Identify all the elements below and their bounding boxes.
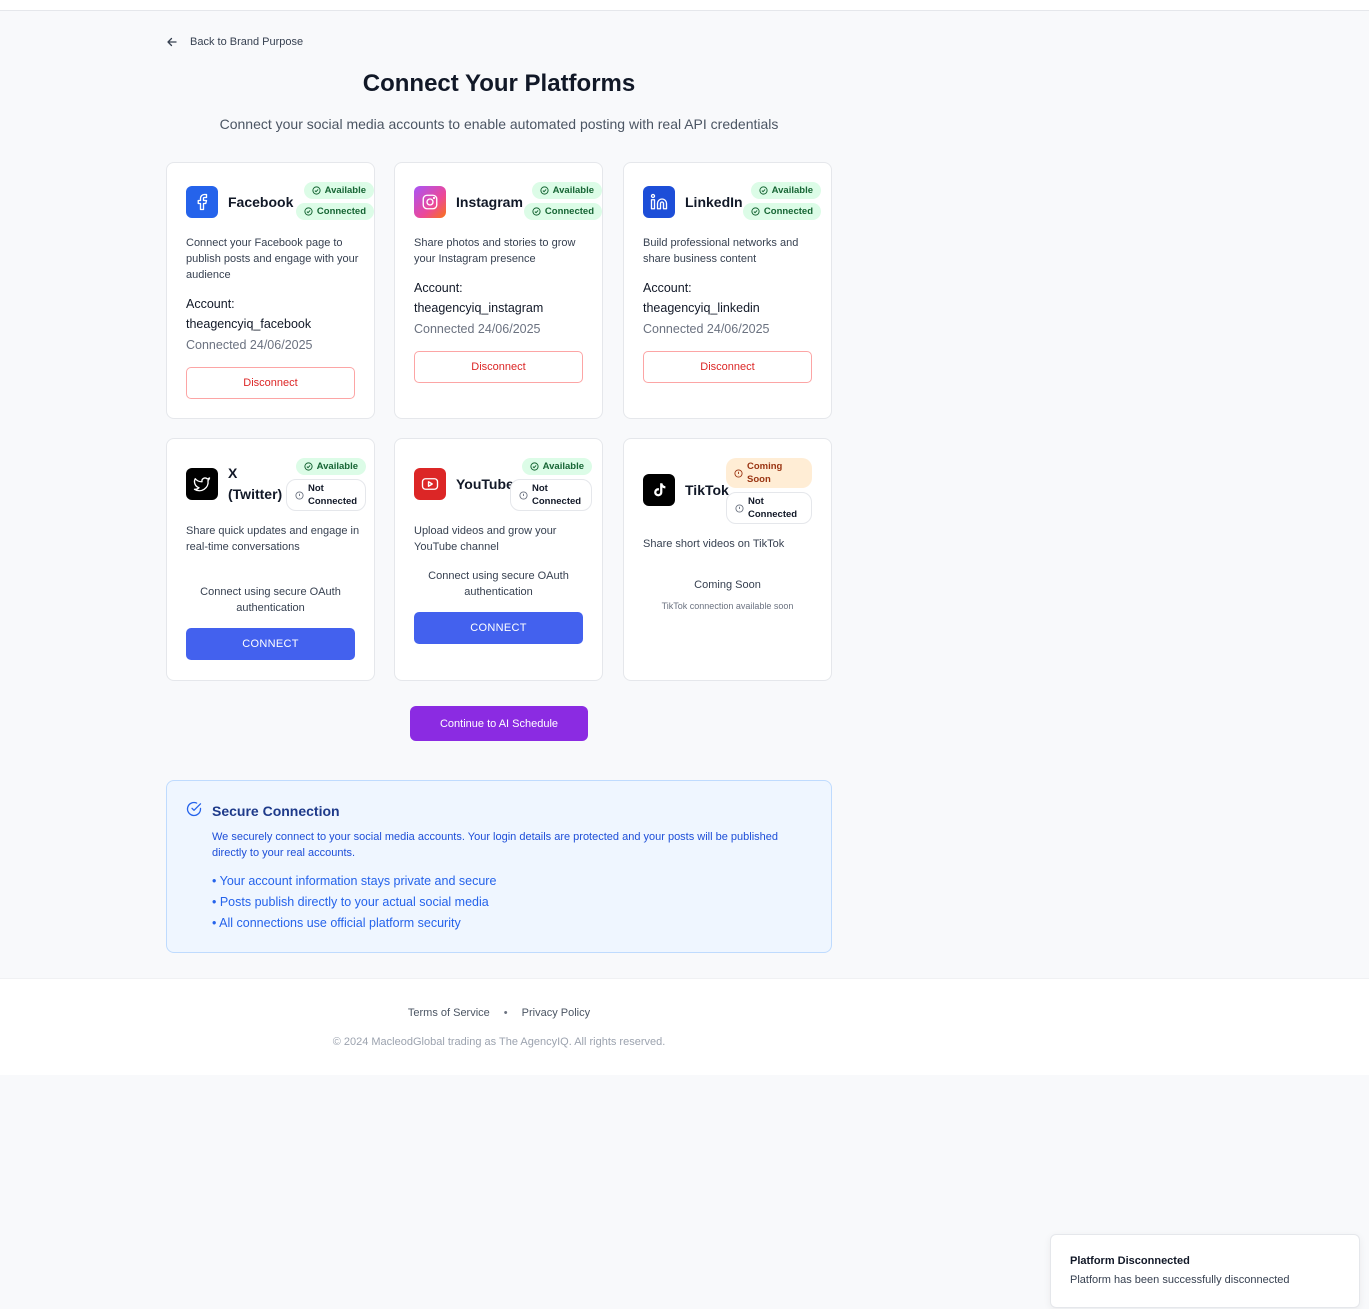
instagram-icon (414, 186, 446, 218)
platform-name: X (Twitter) (228, 465, 283, 502)
linkedin-icon (643, 186, 675, 218)
copyright: © 2024 MacleodGlobal trading as The Agen… (332, 1036, 666, 1048)
secure-description: We securely connect to your social media… (212, 831, 779, 859)
account-label: Account: (414, 281, 463, 295)
account-label: Account: (186, 297, 235, 311)
status-badge-coming-soon: Coming Soon (726, 458, 812, 488)
info-circle-icon (734, 468, 743, 478)
check-circle-icon (304, 207, 313, 216)
info-circle-icon (295, 490, 304, 500)
footer-separator: • (503, 1007, 508, 1019)
platform-card-twitter: X (Twitter) Available Not Connected Shar… (166, 438, 375, 681)
status-badge-connected: Connected (295, 203, 374, 220)
status-badge-not-connected: Not Connected (726, 492, 812, 524)
connect-button[interactable]: CONNECT (414, 612, 583, 644)
platform-description: Share photos and stories to grow your In… (414, 237, 576, 265)
check-circle-icon (304, 462, 313, 471)
twitter-icon (186, 468, 218, 500)
platform-card-youtube: YouTube Available Not Connected Upload v… (394, 438, 603, 681)
secure-connection-panel: Secure Connection We securely connect to… (166, 780, 832, 953)
platform-description: Build professional networks and share bu… (643, 237, 799, 265)
check-circle-icon (532, 207, 541, 216)
status-badge-not-connected: Not Connected (286, 479, 366, 511)
tiktok-icon (643, 474, 675, 506)
secure-bullets: • Your account information stays private… (212, 871, 496, 934)
connect-button[interactable]: CONNECT (186, 628, 355, 660)
facebook-icon (186, 186, 218, 218)
youtube-icon (414, 468, 446, 500)
secure-title: Secure Connection (212, 803, 340, 819)
coming-soon-subtitle: TikTok connection available soon (661, 601, 794, 611)
platform-name: Facebook (228, 193, 294, 210)
platform-card-tiktok: TikTok Coming Soon Not Connected Share s… (623, 438, 832, 681)
coming-soon-title: Coming Soon (694, 579, 761, 591)
check-circle-icon (540, 186, 549, 195)
info-circle-icon (735, 503, 744, 513)
check-circle-icon (530, 462, 539, 471)
toast-title: Platform Disconnected (1070, 1255, 1190, 1267)
status-badge-connected: Connected (523, 203, 602, 220)
oauth-note: Connect using secure OAuth authenticatio… (200, 586, 341, 614)
platform-description: Connect your Facebook page to publish po… (186, 237, 359, 281)
platform-card-instagram: Instagram Available Connected Share phot… (394, 162, 603, 419)
status-badge-connected: Connected (742, 203, 821, 220)
status-badge-available: Available (531, 182, 602, 199)
platform-description: Share quick updates and engage in real-t… (186, 525, 360, 553)
platform-card-facebook: Facebook Available Connected Connect you… (166, 162, 375, 419)
account-name: theagencyiq_facebook (186, 317, 312, 331)
status-badge-available: Available (521, 458, 592, 475)
connected-date: Connected 24/06/2025 (186, 338, 313, 352)
account-label: Account: (643, 281, 692, 295)
platform-name: Instagram (456, 193, 523, 210)
back-link-label: Back to Brand Purpose (190, 36, 304, 48)
list-item: • All connections use official platform … (212, 916, 461, 930)
disconnect-button[interactable]: Disconnect (643, 351, 812, 383)
platform-description: Share short videos on TikTok (643, 538, 785, 550)
disconnect-button[interactable]: Disconnect (186, 367, 355, 399)
check-circle-icon (186, 801, 202, 817)
status-badge-available: Available (750, 182, 821, 199)
info-circle-icon (519, 490, 528, 500)
check-circle-icon (312, 186, 321, 195)
platform-description: Upload videos and grow your YouTube chan… (414, 525, 557, 553)
connected-date: Connected 24/06/2025 (414, 322, 541, 336)
check-circle-icon (751, 207, 760, 216)
platform-name: LinkedIn (685, 193, 743, 210)
check-circle-icon (759, 186, 768, 195)
oauth-note: Connect using secure OAuth authenticatio… (428, 570, 569, 598)
platform-card-linkedin: LinkedIn Available Connected Build profe… (623, 162, 832, 419)
page-title: Connect Your Platforms (362, 70, 636, 97)
status-badge-available: Available (295, 458, 366, 475)
continue-button[interactable]: Continue to AI Schedule (410, 706, 588, 741)
account-name: theagencyiq_linkedin (643, 301, 760, 315)
platform-name: TikTok (685, 481, 729, 498)
connected-date: Connected 24/06/2025 (643, 322, 770, 336)
status-badge-available: Available (303, 182, 374, 199)
arrow-left-icon (167, 37, 177, 47)
back-link[interactable]: Back to Brand Purpose (166, 36, 303, 48)
platform-name: YouTube (456, 475, 514, 492)
disconnect-button[interactable]: Disconnect (414, 351, 583, 383)
toast-notification[interactable]: Platform Disconnected Platform has been … (1050, 1234, 1360, 1308)
list-item: • Your account information stays private… (212, 874, 497, 888)
list-item: • Posts publish directly to your actual … (212, 895, 489, 909)
page-subtitle: Connect your social media accounts to en… (219, 116, 779, 132)
privacy-link[interactable]: Privacy Policy (522, 1007, 590, 1019)
terms-link[interactable]: Terms of Service (408, 1007, 490, 1019)
account-name: theagencyiq_instagram (414, 301, 544, 315)
toast-message: Platform has been successfully disconnec… (1070, 1274, 1290, 1286)
footer: Terms of Service • Privacy Policy © 2024… (0, 978, 1369, 1075)
status-badge-not-connected: Not Connected (510, 479, 592, 511)
top-bar (0, 0, 1369, 11)
